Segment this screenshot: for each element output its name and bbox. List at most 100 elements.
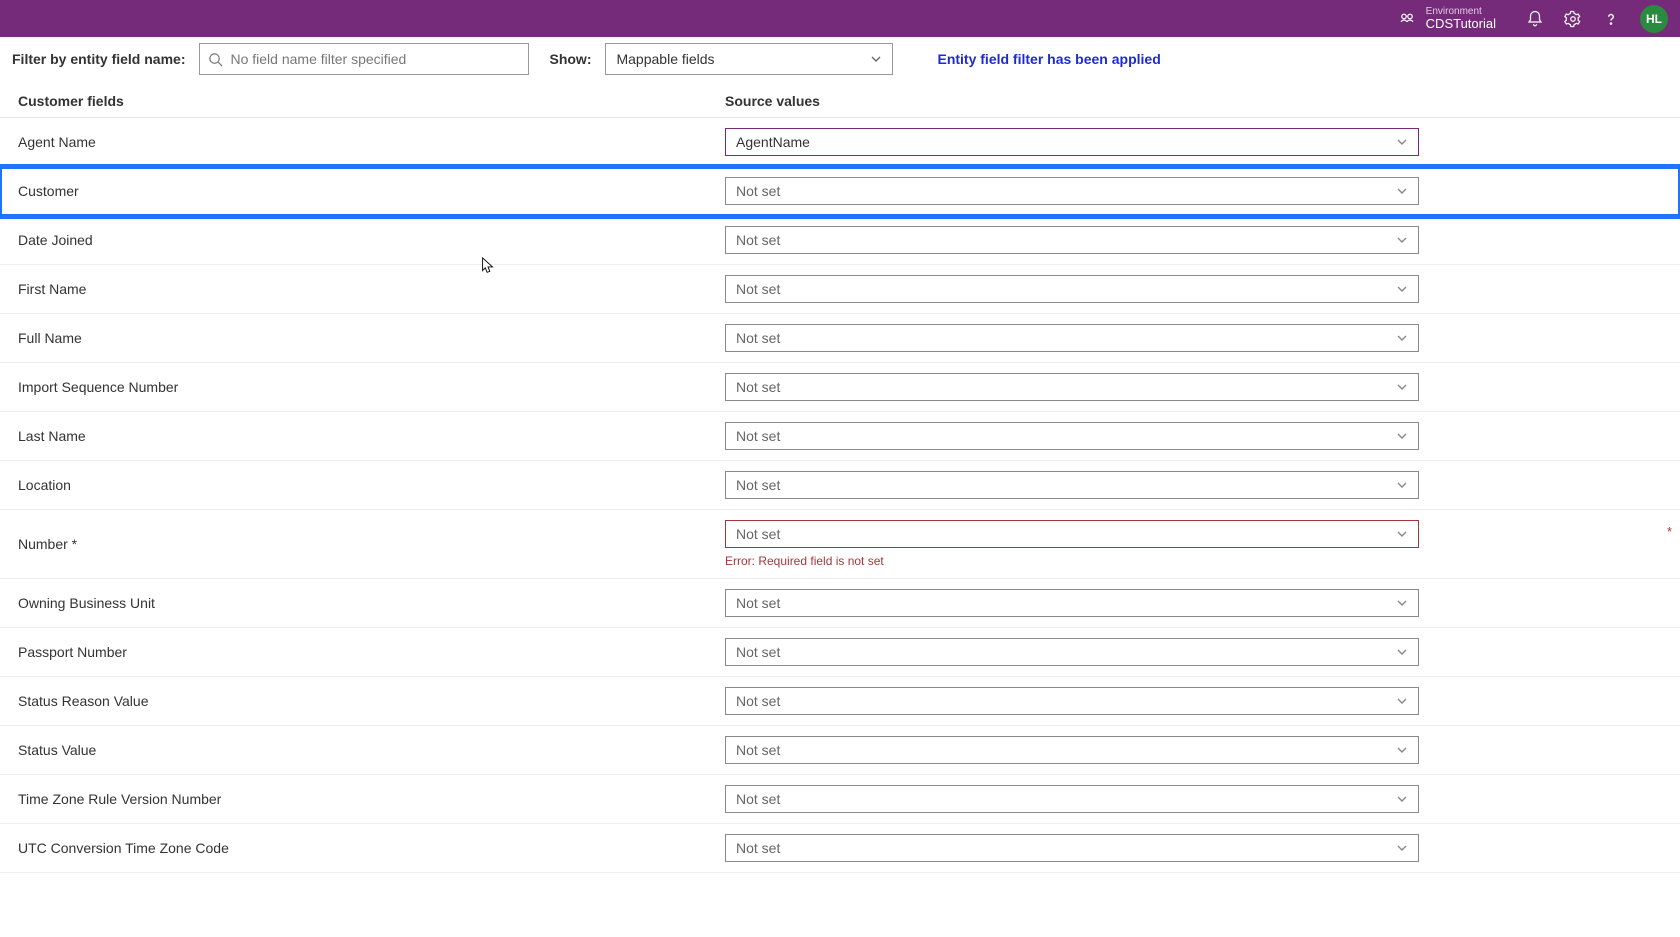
dropdown-value: Not set — [736, 644, 780, 660]
value-cell: Not set*Error: Required field is not set — [725, 510, 1662, 578]
source-value-dropdown[interactable]: Not set — [725, 226, 1419, 254]
filter-search-box[interactable] — [199, 43, 529, 75]
dropdown-value: Not set — [736, 791, 780, 807]
field-label: UTC Conversion Time Zone Code — [18, 826, 725, 870]
field-label: Time Zone Rule Version Number — [18, 777, 725, 821]
field-label: Import Sequence Number — [18, 365, 725, 409]
value-cell: Not set — [725, 579, 1662, 627]
field-label: Location — [18, 463, 725, 507]
dropdown-value: Not set — [736, 595, 780, 611]
dropdown-value: Not set — [736, 183, 780, 199]
value-cell: Not set — [725, 265, 1662, 313]
source-value-dropdown[interactable]: Not set — [725, 177, 1419, 205]
field-label: Status Reason Value — [18, 679, 725, 723]
column-header-right: Source values — [725, 93, 820, 109]
field-row: Agent Name AgentName — [0, 118, 1680, 167]
field-row: Number *Not set*Error: Required field is… — [0, 510, 1680, 579]
source-value-dropdown[interactable]: Not set — [725, 324, 1419, 352]
chevron-down-icon — [1396, 528, 1408, 540]
dropdown-value: Not set — [736, 379, 780, 395]
field-row: Status Reason Value Not set — [0, 677, 1680, 726]
notifications-icon[interactable] — [1526, 10, 1544, 28]
dropdown-value: Not set — [736, 742, 780, 758]
required-mark: * — [1667, 524, 1672, 539]
show-select[interactable]: Mappable fields — [605, 43, 893, 75]
help-icon[interactable] — [1602, 10, 1620, 28]
value-cell: Not set — [725, 726, 1662, 774]
source-value-dropdown[interactable]: Not set — [725, 785, 1419, 813]
field-row: Full Name Not set — [0, 314, 1680, 363]
chevron-down-icon — [1396, 793, 1408, 805]
column-headers: Customer fields Source values — [0, 87, 1680, 118]
dropdown-value: Not set — [736, 232, 780, 248]
value-cell: Not set — [725, 677, 1662, 725]
value-cell: AgentName — [725, 118, 1662, 166]
chevron-down-icon — [1396, 136, 1408, 148]
avatar-initials: HL — [1646, 12, 1662, 26]
field-row: Time Zone Rule Version Number Not set — [0, 775, 1680, 824]
dropdown-value: Not set — [736, 693, 780, 709]
source-value-dropdown[interactable]: Not set — [725, 520, 1419, 548]
filter-search-input[interactable] — [200, 44, 528, 74]
environment-icon — [1398, 9, 1416, 27]
field-row: CustomerNot set — [0, 167, 1680, 216]
field-row: First NameNot set — [0, 265, 1680, 314]
source-value-dropdown[interactable]: AgentName — [725, 128, 1419, 156]
value-cell: Not set — [725, 363, 1662, 411]
show-select-value: Mappable fields — [616, 51, 714, 67]
chevron-down-icon — [1396, 646, 1408, 658]
field-row: UTC Conversion Time Zone CodeNot set — [0, 824, 1680, 873]
value-cell: Not set — [725, 775, 1662, 823]
chevron-down-icon — [1396, 430, 1408, 442]
value-cell: Not set — [725, 314, 1662, 362]
field-row: Owning Business UnitNot set — [0, 579, 1680, 628]
chevron-down-icon — [1396, 479, 1408, 491]
field-row: Status Value Not set — [0, 726, 1680, 775]
source-value-dropdown[interactable]: Not set — [725, 275, 1419, 303]
source-value-dropdown[interactable]: Not set — [725, 638, 1419, 666]
field-label: Status Value — [18, 728, 725, 772]
dropdown-value: Not set — [736, 477, 780, 493]
value-cell: Not set — [725, 412, 1662, 460]
chevron-down-icon — [1396, 842, 1408, 854]
chevron-down-icon — [1396, 234, 1408, 246]
dropdown-value: AgentName — [736, 134, 810, 150]
dropdown-value: Not set — [736, 428, 780, 444]
source-value-dropdown[interactable]: Not set — [725, 736, 1419, 764]
field-row: Location Not set — [0, 461, 1680, 510]
dropdown-value: Not set — [736, 281, 780, 297]
field-label: Full Name — [18, 316, 725, 360]
chevron-down-icon — [1396, 381, 1408, 393]
field-row: Date Joined Not set — [0, 216, 1680, 265]
dropdown-value: Not set — [736, 526, 780, 542]
source-value-dropdown[interactable]: Not set — [725, 422, 1419, 450]
source-value-dropdown[interactable]: Not set — [725, 589, 1419, 617]
chevron-down-icon — [1396, 332, 1408, 344]
source-value-dropdown[interactable]: Not set — [725, 373, 1419, 401]
chevron-down-icon — [1396, 185, 1408, 197]
source-value-dropdown[interactable]: Not set — [725, 834, 1419, 862]
field-row: Passport NumberNot set — [0, 628, 1680, 677]
environment-name: CDSTutorial — [1426, 17, 1496, 31]
field-label: Date Joined — [18, 218, 725, 262]
source-value-dropdown[interactable]: Not set — [725, 687, 1419, 715]
settings-icon[interactable] — [1564, 10, 1582, 28]
field-label: Agent Name — [18, 120, 725, 164]
field-rows: Agent Name AgentName CustomerNot setDate J… — [0, 118, 1680, 873]
dropdown-value: Not set — [736, 330, 780, 346]
filter-label: Filter by entity field name: — [12, 51, 185, 67]
top-bar: Environment CDSTutorial HL — [0, 0, 1680, 37]
chevron-down-icon — [1396, 744, 1408, 756]
field-row: Last Name Not set — [0, 412, 1680, 461]
main-content: Filter by entity field name: Show: Mappa… — [0, 37, 1680, 873]
value-cell: Not set — [725, 628, 1662, 676]
search-icon — [208, 52, 223, 67]
field-label: Last Name — [18, 414, 725, 458]
source-value-dropdown[interactable]: Not set — [725, 471, 1419, 499]
value-cell: Not set — [725, 216, 1662, 264]
value-cell: Not set — [725, 167, 1662, 215]
avatar[interactable]: HL — [1640, 5, 1668, 33]
chevron-down-icon — [1396, 283, 1408, 295]
environment-block[interactable]: Environment CDSTutorial — [1398, 6, 1496, 31]
value-cell: Not set — [725, 461, 1662, 509]
